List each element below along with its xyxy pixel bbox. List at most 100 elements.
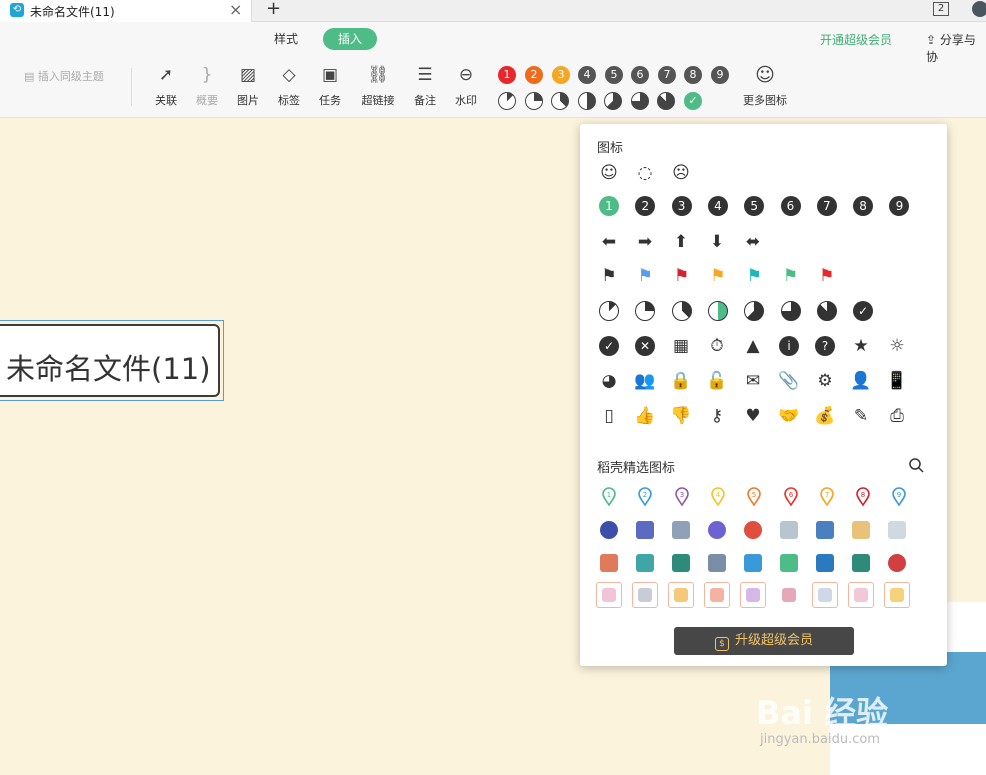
priority-9-icon[interactable]: 9 xyxy=(711,66,729,84)
thumbs-down-icon[interactable]: 👎 xyxy=(670,405,692,427)
id-card-icon[interactable] xyxy=(888,521,906,539)
priority-1-icon[interactable]: 1 xyxy=(498,66,516,84)
relation-button[interactable]: ➚ 关联 xyxy=(144,64,188,108)
flag-icon[interactable]: ⚑ xyxy=(671,265,693,287)
progress-5-of-8-icon[interactable] xyxy=(743,300,765,322)
pencil-icon[interactable]: ✎ xyxy=(850,405,872,427)
rocket-icon[interactable] xyxy=(744,554,762,572)
neutral-face-icon[interactable]: ◌ xyxy=(634,162,656,184)
watermark-button[interactable]: ⊖ 水印 xyxy=(444,64,488,108)
arrow-down-icon[interactable]: ⬇ xyxy=(706,231,728,253)
priority-4-icon[interactable]: 4 xyxy=(578,66,596,84)
user-icon[interactable]: 👤 xyxy=(850,370,872,392)
notepad-icon[interactable] xyxy=(852,521,870,539)
illustration-note-icon[interactable] xyxy=(668,582,694,608)
window-count-badge[interactable]: 2 xyxy=(933,2,949,16)
paperclip-icon[interactable]: 📎 xyxy=(778,370,800,392)
priority-7-icon[interactable]: 7 xyxy=(658,66,676,84)
task-done-icon[interactable]: ✓ xyxy=(684,92,702,110)
number-8-icon[interactable]: 8 xyxy=(852,195,874,217)
pin-2-icon[interactable]: 2 xyxy=(638,487,653,507)
avatar[interactable] xyxy=(972,1,986,17)
pin-3-icon[interactable]: 3 xyxy=(674,487,689,507)
team-icon[interactable] xyxy=(600,554,618,572)
lock-icon[interactable]: 🔒 xyxy=(670,370,692,392)
documents-icon[interactable] xyxy=(780,521,798,539)
illustration-magnifier-icon[interactable] xyxy=(812,582,838,608)
progress-2-of-8-icon[interactable] xyxy=(634,300,656,322)
number-4-icon[interactable]: 4 xyxy=(707,195,729,217)
progress-7-of-8-icon[interactable] xyxy=(657,92,675,110)
award-icon[interactable] xyxy=(600,521,618,539)
document-tab[interactable]: ⟲ 未命名文件(11) × xyxy=(0,0,252,22)
priority-8-icon[interactable]: 8 xyxy=(684,66,702,84)
progress-5-of-8-icon[interactable] xyxy=(604,92,622,110)
chat-icon[interactable] xyxy=(816,521,834,539)
cross-circle-icon[interactable]: ✕ xyxy=(634,335,656,357)
smile-icon[interactable]: ☺ xyxy=(598,162,620,184)
progress-6-of-8-icon[interactable] xyxy=(780,300,802,322)
key-icon[interactable]: ⚷ xyxy=(706,405,728,427)
arrow-right-icon[interactable]: ➡ xyxy=(634,231,656,253)
progress-4-of-8-icon[interactable] xyxy=(577,92,596,110)
robot-icon[interactable] xyxy=(888,554,906,572)
gear-icon[interactable]: ⚙ xyxy=(814,370,836,392)
progress-3-of-8-icon[interactable] xyxy=(551,92,569,110)
tab-insert[interactable]: 插入 xyxy=(323,28,377,50)
pin-5-icon[interactable]: 5 xyxy=(747,487,761,507)
mail-icon[interactable]: ✉ xyxy=(742,370,764,392)
flag-icon[interactable]: ⚑ xyxy=(634,265,656,287)
priority-5-icon[interactable]: 5 xyxy=(605,66,623,84)
progress-6-of-8-icon[interactable] xyxy=(630,92,649,110)
check-circle-icon[interactable]: ✓ xyxy=(598,335,620,357)
thumbs-up-icon[interactable]: 👍 xyxy=(634,405,656,427)
task-button[interactable]: ▣ 任务 xyxy=(308,64,352,108)
search-icon[interactable] xyxy=(908,457,924,473)
pin-4-icon[interactable]: 4 xyxy=(711,487,725,507)
illustration-chart-icon[interactable] xyxy=(740,582,766,608)
tag-button[interactable]: ◇ 标签 xyxy=(267,64,311,108)
illustration-clipboard-icon[interactable] xyxy=(884,582,910,608)
number-7-icon[interactable]: 7 xyxy=(816,195,838,217)
arrow-up-icon[interactable]: ⬆ xyxy=(670,231,692,253)
bar-chart-icon[interactable] xyxy=(780,554,798,572)
priority-2-icon[interactable]: 2 xyxy=(525,66,543,84)
note-button[interactable]: ☰ 备注 xyxy=(403,64,447,108)
flag-icon[interactable]: ⚑ xyxy=(598,265,620,287)
central-topic[interactable]: 未命名文件(11) xyxy=(0,320,224,401)
number-5-icon[interactable]: 5 xyxy=(743,195,765,217)
star-icon[interactable]: ★ xyxy=(850,335,872,357)
share-button[interactable]: ⇪ 分享与协 xyxy=(926,31,986,65)
arrow-left-icon[interactable]: ⬅ xyxy=(598,231,620,253)
question-icon[interactable]: ? xyxy=(814,335,836,357)
pie-chart-icon[interactable]: ◕ xyxy=(598,370,620,392)
hierarchy-icon[interactable] xyxy=(852,554,870,572)
sad-face-icon[interactable]: ☹ xyxy=(670,162,692,184)
monitor-icon[interactable] xyxy=(672,521,690,539)
group-icon[interactable]: 👥 xyxy=(634,370,656,392)
illustration-document-icon[interactable] xyxy=(632,582,658,608)
printer-icon[interactable]: ⎙ xyxy=(886,405,908,427)
image-button[interactable]: ▨ 图片 xyxy=(226,64,270,108)
calendar-icon[interactable]: ▦ xyxy=(670,335,692,357)
lightbulb-icon[interactable]: ☼ xyxy=(886,335,908,357)
meeting-icon[interactable] xyxy=(636,554,654,572)
tablet-icon[interactable]: ▯ xyxy=(598,405,620,427)
progress-3-of-8-icon[interactable] xyxy=(671,300,693,322)
more-icons-button[interactable]: ☺ 更多图标 xyxy=(740,64,790,108)
tab-style[interactable]: 样式 xyxy=(274,30,298,47)
illustration-pencil-icon[interactable] xyxy=(596,582,622,608)
pin-1-icon[interactable]: 1 xyxy=(602,487,616,507)
hyperlink-button[interactable]: ⛓ 超链接 xyxy=(356,64,400,108)
report-icon[interactable] xyxy=(672,554,690,572)
flag-icon[interactable]: ⚑ xyxy=(780,265,802,287)
new-tab-icon[interactable]: + xyxy=(266,0,281,19)
unlock-icon[interactable]: 🔓 xyxy=(706,370,728,392)
arrow-both-icon[interactable]: ⬌ xyxy=(742,231,764,253)
gallery-icon[interactable] xyxy=(708,554,726,572)
warning-icon[interactable]: ▲ xyxy=(742,335,764,357)
number-2-icon[interactable]: 2 xyxy=(634,195,656,217)
network-icon[interactable] xyxy=(744,521,762,539)
illustration-molecule-icon[interactable] xyxy=(848,582,874,608)
number-1-icon[interactable]: 1 xyxy=(598,195,620,217)
